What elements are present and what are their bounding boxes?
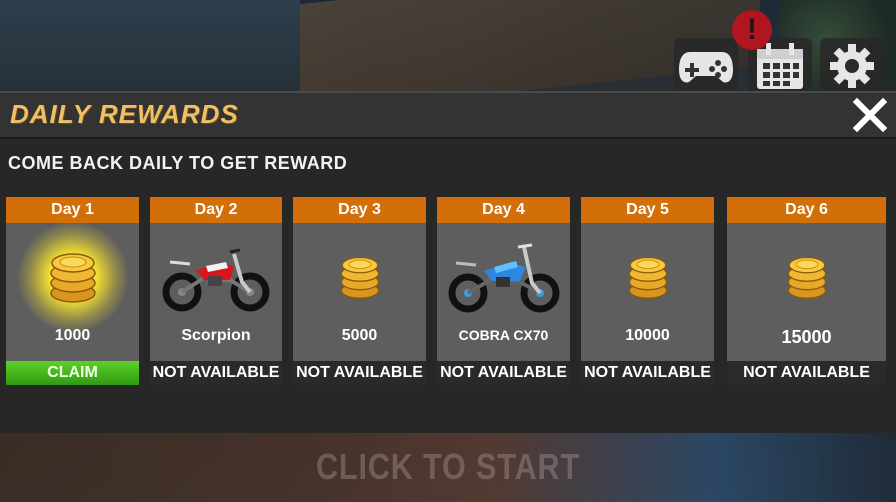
- day-label: Day 5: [581, 197, 714, 223]
- reward-card-day-5: Day 5 10000 NOT AVAILABLE: [581, 197, 714, 385]
- reward-image: [727, 231, 886, 323]
- status-label: NOT AVAILABLE: [581, 361, 714, 385]
- reward-label: 5000: [341, 327, 378, 344]
- reward-label: 10000: [625, 327, 670, 344]
- click-to-start-text[interactable]: CLICK TO START: [67, 446, 829, 488]
- close-icon: [852, 97, 888, 133]
- dialog-title: DAILY REWARDS: [10, 99, 239, 129]
- reward-label: COBRA CX70: [458, 327, 549, 343]
- reward-label: 15000: [781, 327, 832, 347]
- reward-card-day-2: Day 2 Scorpion NOT AVAILABLE: [150, 197, 282, 385]
- status-label: NOT AVAILABLE: [293, 361, 426, 385]
- coins-icon: [49, 253, 96, 303]
- status-label: NOT AVAILABLE: [150, 361, 282, 385]
- day-label: Day 1: [6, 197, 139, 223]
- reward-card-day-1: Day 1 1000 CLAIM: [6, 197, 139, 385]
- day-label: Day 4: [437, 197, 570, 223]
- claim-button[interactable]: CLAIM: [6, 361, 139, 385]
- reward-image: [293, 231, 426, 323]
- alert-badge: !: [732, 10, 772, 50]
- reward-image: [150, 231, 282, 323]
- reward-image: [437, 231, 570, 323]
- reward-card-day-6: Day 6 15000 NOT AVAILABLE: [727, 197, 886, 385]
- coins-icon: [340, 256, 379, 299]
- gamepad-button[interactable]: [674, 38, 738, 94]
- day-label: Day 2: [150, 197, 282, 223]
- coins-icon: [787, 256, 826, 299]
- reward-label: 1000: [54, 327, 91, 344]
- reward-card-day-3: Day 3 5000 NOT AVAILABLE: [293, 197, 426, 385]
- reward-image: [581, 231, 714, 323]
- gamepad-icon: [679, 52, 733, 83]
- close-button[interactable]: [852, 97, 888, 133]
- daily-rewards-dialog: DAILY REWARDS COME BACK DAILY TO GET REW…: [0, 91, 896, 433]
- coins-icon: [628, 256, 667, 299]
- settings-button[interactable]: [820, 38, 884, 94]
- gear-icon: [830, 44, 874, 88]
- reward-image: [6, 222, 139, 332]
- reward-label: Scorpion: [181, 327, 251, 344]
- dialog-subtitle: COME BACK DAILY TO GET REWARD: [8, 153, 348, 173]
- motorbike-blue-icon: [448, 243, 559, 313]
- day-label: Day 3: [293, 197, 426, 223]
- dialog-header: DAILY REWARDS: [0, 91, 896, 139]
- reward-card-day-4: Day 4 COBRA CX70 NOT AVAILABLE: [437, 197, 570, 385]
- motorbike-red-icon: [162, 248, 270, 312]
- day-label: Day 6: [727, 197, 886, 223]
- calendar-icon: [757, 43, 803, 89]
- status-label: NOT AVAILABLE: [727, 361, 886, 385]
- background-sky: [0, 0, 300, 95]
- status-label: NOT AVAILABLE: [437, 361, 570, 385]
